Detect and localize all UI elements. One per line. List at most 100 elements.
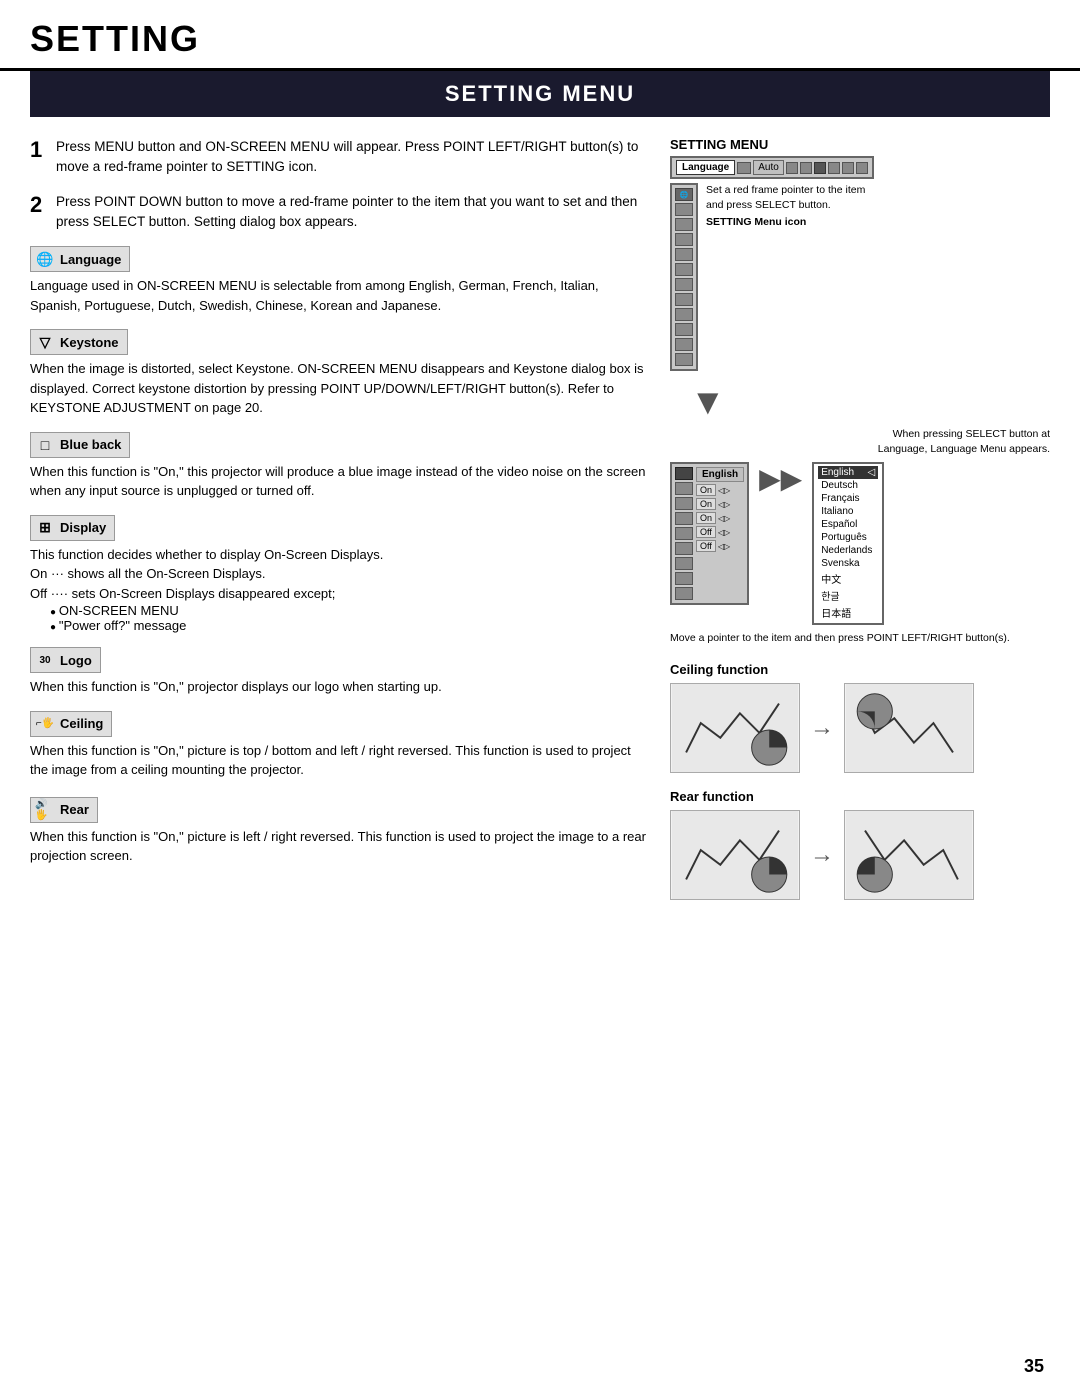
lang-row-5: Off ◁▷ — [696, 540, 744, 552]
rear-icon: 🔊🖐 — [35, 800, 55, 820]
step-2-number: 2 — [30, 192, 48, 233]
bullet-poweroff: "Power off?" message — [50, 618, 650, 633]
lang-item-francais: Français — [818, 492, 878, 505]
row-on-1: On — [696, 484, 716, 496]
menu-sidebar-icons: 🌐 — [675, 188, 693, 366]
step-2: 2 Press POINT DOWN button to move a red-… — [30, 192, 650, 233]
bullet-onscreen: ON-SCREEN MENU — [50, 603, 650, 618]
lang-item-chinese: 中文 — [818, 570, 878, 587]
sidebar-icon-12 — [675, 353, 693, 366]
ceiling-arrow-icon: → — [810, 714, 834, 742]
page-header: SETTING — [0, 0, 1080, 71]
menu-bar-auto: Auto — [753, 160, 784, 175]
step-2-text: Press POINT DOWN button to move a red-fr… — [56, 192, 650, 233]
ceiling-section: Ceiling function → — [670, 662, 1050, 900]
page-number: 35 — [1024, 1356, 1044, 1377]
logo-icon: 30 — [35, 650, 55, 670]
language-icon: 🌐 — [35, 249, 55, 269]
feature-keystone-label: ▽ Keystone — [30, 329, 128, 355]
annotation-red-frame: Set a red frame pointer to the item and … — [706, 183, 866, 212]
sidebar-icon-5 — [675, 248, 693, 261]
menu-icon-6 — [842, 162, 854, 174]
menu-bar-top: Language Auto — [670, 156, 874, 179]
feature-language-text: Language used in ON-SCREEN MENU is selec… — [30, 276, 650, 315]
ceiling-function-label: Ceiling function — [670, 662, 1050, 677]
lang-item-italiano: Italiano — [818, 505, 878, 518]
row-arrows-5: ◁▷ — [718, 542, 730, 551]
sidebar-icon-7 — [675, 278, 693, 291]
feature-display-label: ⊞ Display — [30, 515, 115, 541]
lang-row-3: On ◁▷ — [696, 512, 744, 524]
down-arrow-icon: ▼ — [690, 381, 726, 423]
step-1-number: 1 — [30, 137, 48, 178]
lang-menu-panel: English On ◁▷ On ◁▷ On — [670, 462, 749, 605]
menu-icon-4 — [814, 162, 826, 174]
menu-bar-language: Language — [676, 160, 735, 175]
feature-ceiling-label: ⌐🖐 Ceiling — [30, 711, 112, 737]
row-on-3: On — [696, 512, 716, 524]
feature-logo-label: 30 Logo — [30, 647, 101, 673]
lang-sidebar-1 — [675, 467, 693, 480]
sidebar-icon-1: 🌐 — [675, 188, 693, 201]
feature-rear: 🔊🖐 Rear When this function is "On," pict… — [30, 794, 650, 866]
ceiling-diagram-row: → — [670, 683, 1050, 773]
lang-dropdown: English ◁ Deutsch Français Italiano Espa… — [812, 462, 884, 625]
menu-with-note: 🌐 Set a — [670, 183, 1050, 371]
main-content: 1 Press MENU button and ON-SCREEN MENU w… — [0, 137, 1080, 916]
feature-keystone: ▽ Keystone When the image is distorted, … — [30, 329, 650, 418]
sidebar-icon-11 — [675, 338, 693, 351]
rear-arrow-icon: → — [810, 841, 834, 869]
move-note: Move a pointer to the item and then pres… — [670, 631, 1050, 646]
sidebar-icon-6 — [675, 263, 693, 276]
lang-sidebar-3 — [675, 497, 693, 510]
menu-icon-5 — [828, 162, 840, 174]
step-1: 1 Press MENU button and ON-SCREEN MENU w… — [30, 137, 650, 178]
row-arrows-1: ◁▷ — [718, 486, 730, 495]
rear-diagram-row: → — [670, 810, 1050, 900]
row-on-2: On — [696, 498, 716, 510]
lang-sidebar-icons — [675, 467, 693, 600]
feature-display: ⊞ Display This function decides whether … — [30, 515, 650, 634]
row-arrows-4: ◁▷ — [718, 528, 730, 537]
left-column: 1 Press MENU button and ON-SCREEN MENU w… — [30, 137, 650, 916]
feature-language: 🌐 Language Language used in ON-SCREEN ME… — [30, 246, 650, 315]
row-off-1: Off — [696, 526, 716, 538]
feature-blue-back-label: □ Blue back — [30, 432, 130, 458]
setting-menu-label: SETTING MENU — [670, 137, 1050, 152]
menu-icon-7 — [856, 162, 868, 174]
sidebar-icon-3 — [675, 218, 693, 231]
ceiling-before-diagram — [670, 683, 800, 773]
when-pressing-note: When pressing SELECT button at Language,… — [850, 427, 1050, 456]
feature-logo: 30 Logo When this function is "On," proj… — [30, 647, 650, 697]
lang-sidebar-9 — [675, 587, 693, 600]
sidebar-icon-9 — [675, 308, 693, 321]
lang-current-value: English — [696, 467, 744, 482]
lang-item-korean: 한글 — [818, 587, 878, 604]
lang-row-2: On ◁▷ — [696, 498, 744, 510]
row-arrows-3: ◁▷ — [718, 514, 730, 523]
feature-logo-text: When this function is "On," projector di… — [30, 677, 650, 697]
feature-language-label: 🌐 Language — [30, 246, 130, 272]
lang-item-japanese: 日本語 — [818, 604, 878, 621]
lang-row-4: Off ◁▷ — [696, 526, 744, 538]
feature-display-off: Off ···· sets On-Screen Displays disappe… — [30, 584, 650, 604]
display-icon: ⊞ — [35, 518, 55, 538]
menu-icon-1 — [737, 162, 751, 174]
lang-main-area: English On ◁▷ On ◁▷ On — [696, 467, 744, 600]
rear-function-label: Rear function — [670, 789, 1050, 804]
lang-item-espanol: Español — [818, 518, 878, 531]
feature-rear-text: When this function is "On," picture is l… — [30, 827, 650, 866]
row-arrows-2: ◁▷ — [718, 500, 730, 509]
feature-blue-back: □ Blue back When this function is "On," … — [30, 432, 650, 501]
lang-sidebar-8 — [675, 572, 693, 585]
feature-display-bullets: ON-SCREEN MENU "Power off?" message — [50, 603, 650, 633]
lang-sidebar-5 — [675, 527, 693, 540]
lang-item-svenska: Svenska — [818, 557, 878, 570]
menu-panel-main: 🌐 — [670, 183, 698, 371]
right-column: SETTING MENU Language Auto — [670, 137, 1050, 916]
lang-right-arrow: ▶▶ — [759, 462, 802, 495]
row-off-2: Off — [696, 540, 716, 552]
setting-menu-top: SETTING MENU Language Auto — [670, 137, 1050, 646]
lang-menu-rows: On ◁▷ On ◁▷ On ◁▷ — [696, 484, 744, 552]
down-arrow-section: ▼ — [670, 381, 1050, 423]
